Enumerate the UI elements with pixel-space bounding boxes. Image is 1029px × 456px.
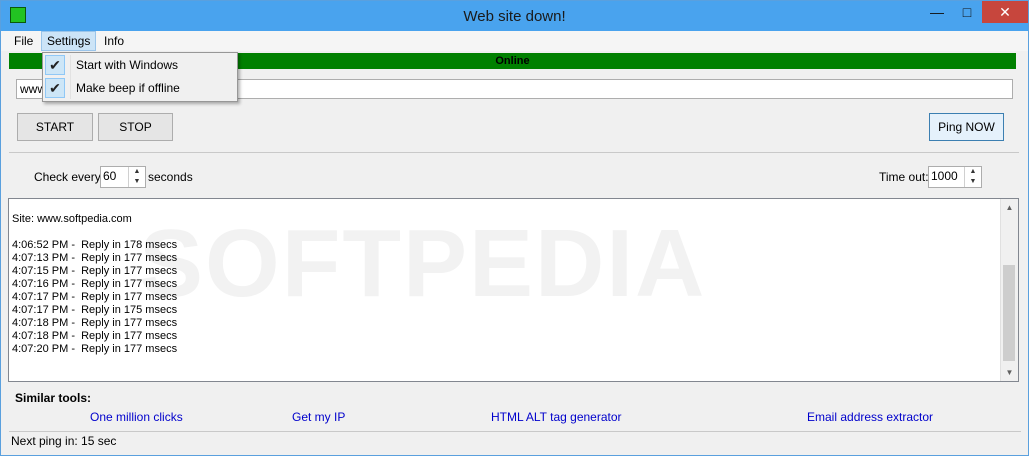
log-scrollbar[interactable]: ▲ ▼	[1000, 199, 1018, 381]
timeout-input[interactable]	[931, 169, 961, 183]
maximize-button[interactable]: □	[953, 1, 981, 23]
window-title: Web site down!	[463, 8, 566, 25]
seconds-label: seconds	[148, 170, 193, 184]
log-line: 4:07:13 PM - Reply in 177 msecs	[12, 252, 178, 264]
app-window: Web site down! — □ ✕ File Settings Info …	[0, 0, 1029, 456]
log-line: 4:06:52 PM - Reply in 178 msecs	[12, 239, 178, 251]
menu-file[interactable]: File	[9, 32, 38, 50]
menu-item-start-with-windows[interactable]: ✔ Start with Windows	[43, 54, 237, 76]
minimize-button[interactable]: —	[923, 1, 951, 23]
link-one-million-clicks[interactable]: One million clicks	[90, 410, 183, 424]
spin-up-icon[interactable]: ▲	[129, 167, 145, 177]
scroll-down-icon[interactable]: ▼	[1001, 364, 1018, 381]
spin-down-icon[interactable]: ▼	[965, 177, 981, 187]
scroll-up-icon[interactable]: ▲	[1001, 199, 1018, 216]
link-html-alt-generator[interactable]: HTML ALT tag generator	[491, 410, 622, 424]
log-textarea[interactable]: SOFTPEDIA Site: www.softpedia.com 4:06:5…	[8, 198, 1019, 382]
divider	[9, 152, 1019, 153]
link-email-extractor[interactable]: Email address extractor	[807, 410, 933, 424]
log-text: Site: www.softpedia.com 4:06:52 PM - Rep…	[12, 213, 177, 356]
checkmark-icon: ✔	[45, 78, 65, 98]
ping-now-button[interactable]: Ping NOW	[929, 113, 1004, 141]
log-line: 4:07:18 PM - Reply in 177 msecs	[12, 330, 178, 342]
checkmark-icon: ✔	[45, 55, 65, 75]
title-bar[interactable]: Web site down! — □ ✕	[1, 1, 1028, 31]
menu-item-label: Make beep if offline	[76, 81, 180, 95]
settings-dropdown: ✔ Start with Windows ✔ Make beep if offl…	[42, 52, 238, 102]
log-line: 4:07:17 PM - Reply in 177 msecs	[12, 291, 178, 303]
log-line: 4:07:15 PM - Reply in 177 msecs	[12, 265, 178, 277]
menu-bar: File Settings Info	[1, 31, 1028, 51]
log-site-line: Site: www.softpedia.com	[12, 213, 132, 225]
stop-button[interactable]: STOP	[98, 113, 173, 141]
menu-settings[interactable]: Settings	[41, 31, 97, 51]
menu-info[interactable]: Info	[99, 32, 129, 50]
close-button[interactable]: ✕	[982, 1, 1028, 23]
status-bar: Next ping in: 15 sec	[9, 431, 1021, 450]
interval-spinner[interactable]: ▲ ▼	[100, 166, 146, 188]
log-line: 4:07:17 PM - Reply in 175 msecs	[12, 304, 178, 316]
timeout-label: Time out:	[879, 170, 929, 184]
link-get-my-ip[interactable]: Get my IP	[292, 410, 345, 424]
log-line: 4:07:16 PM - Reply in 177 msecs	[12, 278, 178, 290]
timeout-spinner[interactable]: ▲ ▼	[928, 166, 982, 188]
start-button[interactable]: START	[17, 113, 93, 141]
scroll-thumb[interactable]	[1003, 265, 1015, 361]
log-line: 4:07:18 PM - Reply in 177 msecs	[12, 317, 178, 329]
watermark: SOFTPEDIA	[139, 210, 707, 317]
menu-item-label: Start with Windows	[76, 58, 179, 72]
spin-up-icon[interactable]: ▲	[965, 167, 981, 177]
similar-tools-title: Similar tools:	[15, 391, 92, 405]
log-line: 4:07:20 PM - Reply in 177 msecs	[12, 343, 178, 355]
menu-item-beep-offline[interactable]: ✔ Make beep if offline	[43, 77, 237, 99]
spin-down-icon[interactable]: ▼	[129, 177, 145, 187]
check-every-label: Check every	[34, 170, 101, 184]
